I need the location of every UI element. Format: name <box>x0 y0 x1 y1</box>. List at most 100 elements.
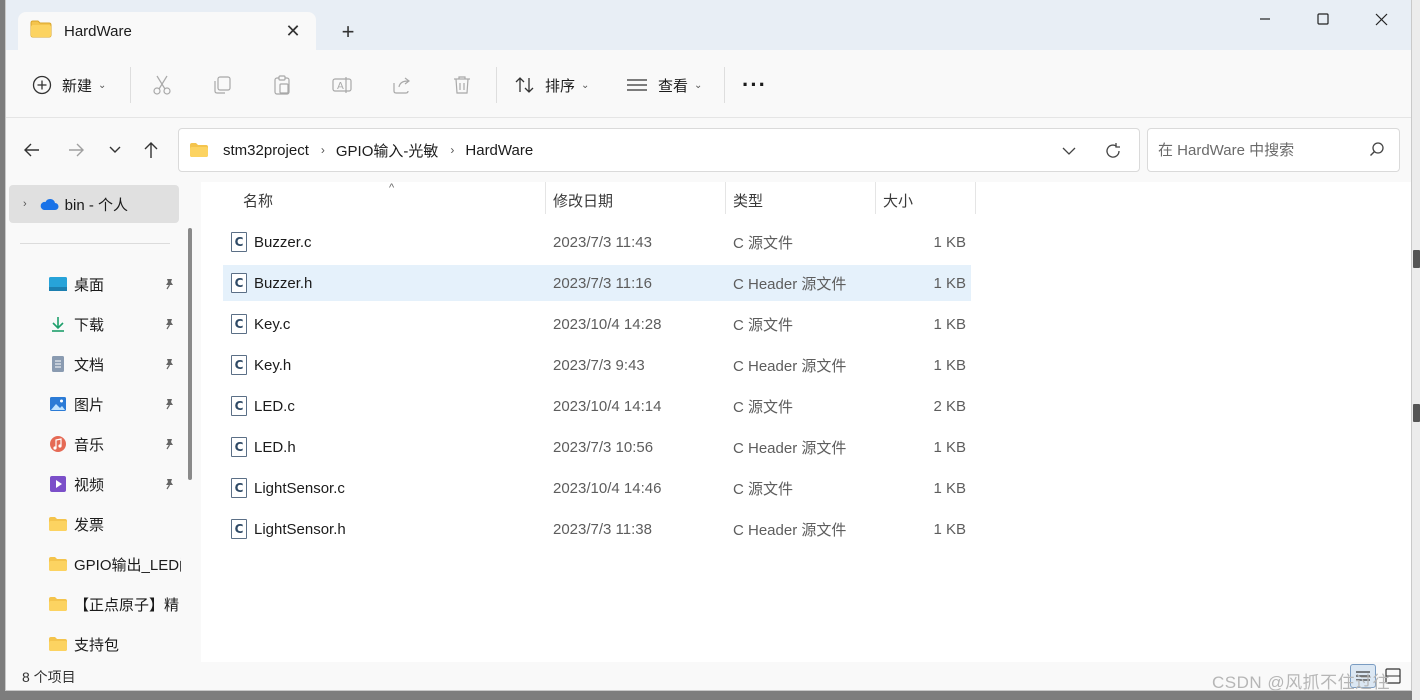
file-size: 2 KB <box>933 397 966 415</box>
download-icon <box>48 314 68 334</box>
file-size: 1 KB <box>933 274 966 292</box>
sidebar-item-pictures[interactable]: 图片 <box>6 386 181 422</box>
refresh-button[interactable] <box>1102 140 1124 162</box>
sidebar-item-desktop[interactable]: 桌面 <box>6 266 181 302</box>
column-divider[interactable] <box>545 182 546 214</box>
search-box[interactable] <box>1147 128 1400 172</box>
copy-button[interactable] <box>208 71 236 99</box>
cut-button[interactable] <box>148 71 176 99</box>
file-row[interactable]: C LightSensor.h 2023/7/3 11:38 C Header 源文件… <box>223 511 971 547</box>
file-modified-date: 2023/10/4 14:14 <box>553 397 662 415</box>
file-row[interactable]: C LED.h 2023/7/3 10:56 C Header 源文件 1 KB <box>223 429 971 465</box>
arrow-left-icon <box>24 143 39 157</box>
chevron-down-icon <box>109 146 121 153</box>
new-tab-button[interactable]: + <box>334 18 362 46</box>
desktop-icon <box>48 274 68 294</box>
file-row[interactable]: C Buzzer.c 2023/7/3 11:43 C 源文件 1 KB <box>223 224 971 260</box>
svg-text:A: A <box>337 81 344 92</box>
chevron-right-icon[interactable]: › <box>321 143 325 157</box>
breadcrumb-item[interactable]: GPIO输入-光敏 <box>336 140 439 161</box>
search-icon[interactable] <box>1369 141 1385 161</box>
sidebar-scrollbar[interactable] <box>188 228 192 480</box>
view-button[interactable]: 查看 ⌄ <box>626 68 702 102</box>
share-icon <box>393 77 410 94</box>
back-button[interactable] <box>18 138 46 162</box>
close-window-button[interactable] <box>1352 0 1410 38</box>
sidebar-item-folder[interactable]: 支持包 <box>6 626 181 662</box>
video-icon <box>48 474 68 494</box>
file-row[interactable]: C Key.h 2023/7/3 9:43 C Header 源文件 1 KB <box>223 347 971 383</box>
file-modified-date: 2023/7/3 11:43 <box>553 233 652 251</box>
breadcrumb-item[interactable]: HardWare <box>465 142 533 159</box>
sidebar-item-folder[interactable]: 发票 <box>6 506 181 542</box>
sidebar-item-label: 【正点原子】精 <box>74 596 180 614</box>
column-header-type[interactable]: 类型 <box>733 182 763 218</box>
file-type: C 源文件 <box>733 234 794 252</box>
search-input[interactable] <box>1158 141 1358 159</box>
sidebar-item-label: 下载 <box>74 316 105 334</box>
sidebar-divider <box>20 243 170 244</box>
title-bar: HardWare ✕ + <box>6 0 1411 50</box>
view-icon <box>627 79 647 91</box>
minimize-button[interactable] <box>1236 0 1294 38</box>
rename-icon: A <box>332 77 352 93</box>
column-divider[interactable] <box>975 182 976 214</box>
column-header-size[interactable]: 大小 <box>883 182 913 218</box>
file-modified-date: 2023/7/3 10:56 <box>553 438 654 456</box>
rename-button[interactable]: A <box>328 71 356 99</box>
chevron-right-icon[interactable]: › <box>450 143 454 157</box>
file-name: LightSensor.h <box>254 520 346 538</box>
new-button[interactable]: 新建 ⌄ <box>32 68 106 102</box>
sidebar-item-documents[interactable]: 文档 <box>6 346 181 382</box>
view-label: 查看 <box>658 77 689 95</box>
file-row[interactable]: C Key.c 2023/10/4 14:28 C 源文件 1 KB <box>223 306 971 342</box>
file-name: LED.c <box>254 397 295 415</box>
sort-button[interactable]: 排序 ⌄ <box>514 68 589 102</box>
file-modified-date: 2023/10/4 14:28 <box>553 315 662 333</box>
delete-button[interactable] <box>448 71 476 99</box>
address-bar[interactable]: stm32project › GPIO输入-光敏 › HardWare <box>178 128 1140 172</box>
sidebar-item-videos[interactable]: 视频 <box>6 466 181 502</box>
column-header-date[interactable]: 修改日期 <box>553 182 613 218</box>
maximize-button[interactable] <box>1294 0 1352 38</box>
pin-icon[interactable] <box>162 437 176 451</box>
breadcrumb-item[interactable]: stm32project <box>223 142 309 159</box>
sidebar-item-folder[interactable]: GPIO输出_LED闪 <box>6 546 181 582</box>
file-row[interactable]: C Buzzer.h 2023/7/3 11:16 C Header 源文件 1 KB <box>223 265 971 301</box>
sidebar-item-onedrive[interactable]: › bin - 个人 <box>9 185 179 223</box>
folder-icon <box>189 142 209 158</box>
sidebar-item-label: 桌面 <box>74 276 105 294</box>
paste-icon <box>274 75 290 95</box>
cut-icon <box>153 75 171 95</box>
sidebar-item-music[interactable]: 音乐 <box>6 426 181 462</box>
address-dropdown-button[interactable] <box>1059 141 1079 161</box>
sidebar-item-label: 图片 <box>74 396 105 414</box>
sort-icon <box>515 77 534 93</box>
share-button[interactable] <box>388 71 416 99</box>
file-type: C Header 源文件 <box>733 439 847 457</box>
pin-icon[interactable] <box>162 357 176 371</box>
file-type: C 源文件 <box>733 316 794 334</box>
chevron-down-icon <box>1062 147 1076 155</box>
up-button[interactable] <box>137 138 165 162</box>
sidebar-item-folder[interactable]: 【正点原子】精 <box>6 586 181 622</box>
file-row[interactable]: C LightSensor.c 2023/10/4 14:46 C 源文件 1 KB <box>223 470 971 506</box>
paste-button[interactable] <box>268 71 296 99</box>
sidebar-item-downloads[interactable]: 下载 <box>6 306 181 342</box>
chevron-down-icon: ⌄ <box>581 79 590 91</box>
file-row[interactable]: C LED.c 2023/10/4 14:14 C 源文件 2 KB <box>223 388 971 424</box>
close-tab-icon[interactable]: ✕ <box>282 20 304 42</box>
column-header-name[interactable]: 名称 <box>243 182 273 218</box>
chevron-right-icon[interactable]: › <box>23 198 27 210</box>
column-divider[interactable] <box>725 182 726 214</box>
tab-hardware[interactable]: HardWare ✕ <box>18 12 316 50</box>
pin-icon[interactable] <box>162 397 176 411</box>
pin-icon[interactable] <box>162 317 176 331</box>
recent-locations-button[interactable] <box>101 138 129 162</box>
pin-icon[interactable] <box>162 477 176 491</box>
c-header-file-icon: C <box>231 519 247 539</box>
column-divider[interactable] <box>875 182 876 214</box>
more-button[interactable]: ··· <box>742 68 767 102</box>
pin-icon[interactable] <box>162 277 176 291</box>
forward-button[interactable] <box>62 138 90 162</box>
